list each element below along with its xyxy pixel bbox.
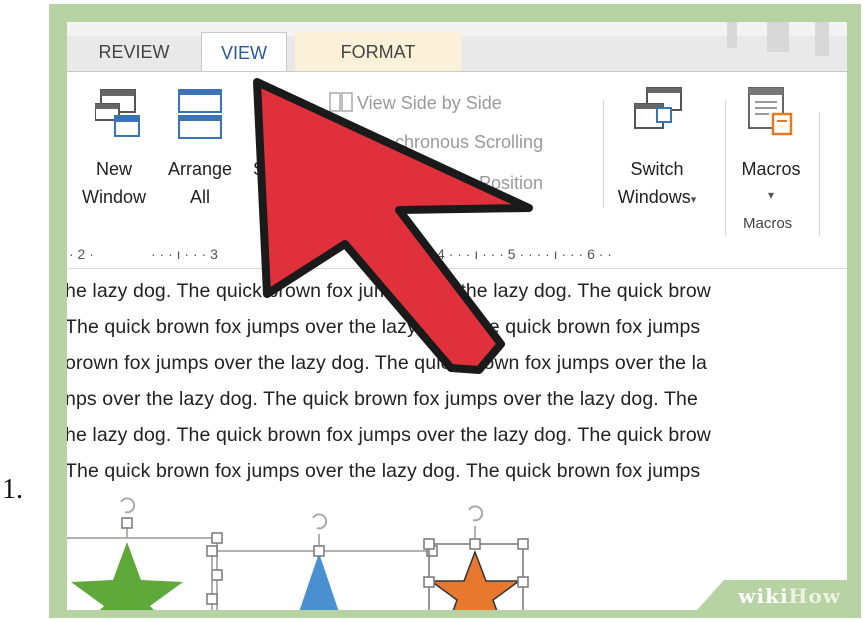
illustration-frame: REVIEW VIEW FORMAT New Window Arrange Al…: [49, 4, 861, 618]
word-window: REVIEW VIEW FORMAT New Window Arrange Al…: [67, 22, 847, 610]
pointer-arrow-icon: [253, 78, 533, 374]
step-number: 1.: [2, 474, 23, 505]
